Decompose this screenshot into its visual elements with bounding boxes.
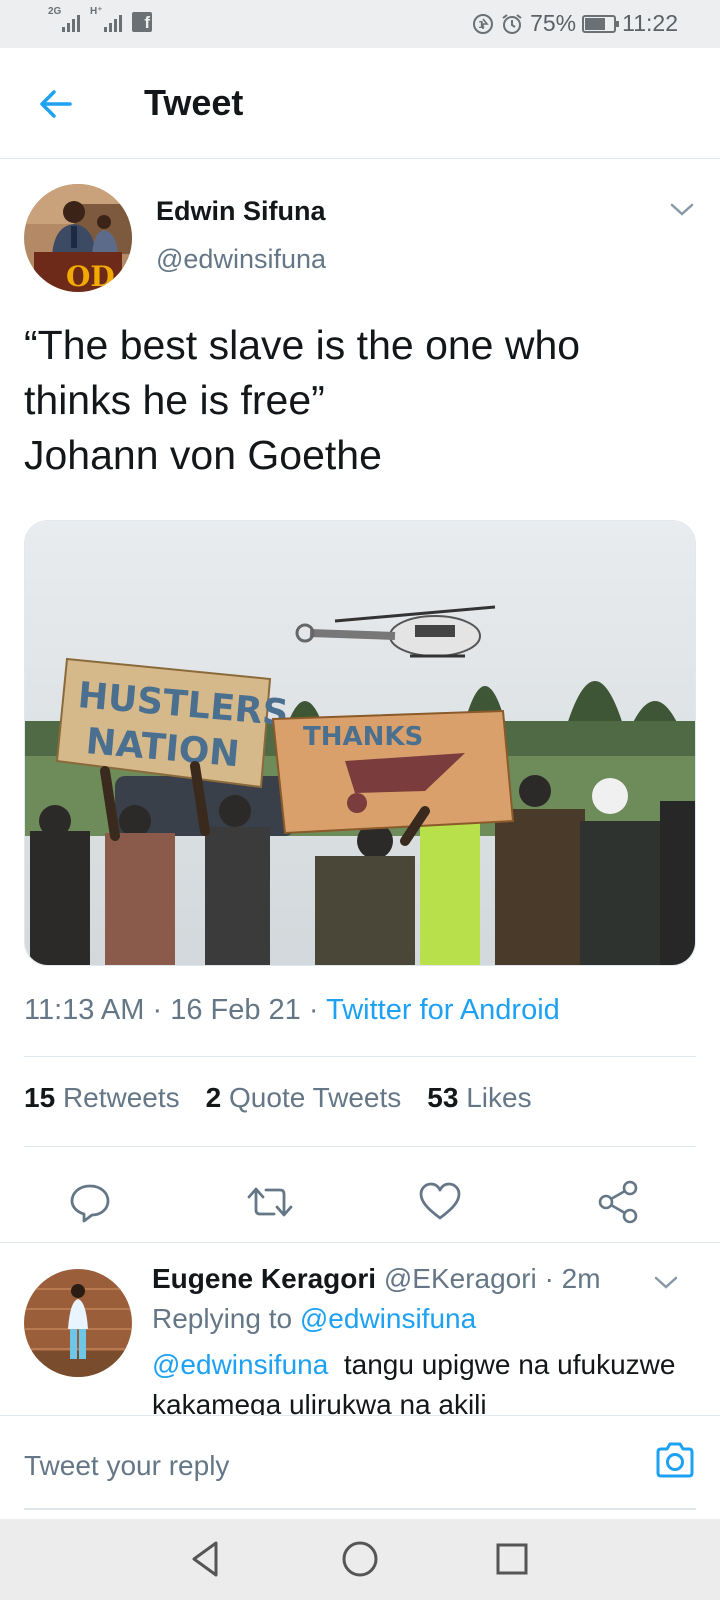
likes-stat[interactable]: 53 Likes [427, 1082, 531, 1114]
reply-mention-link[interactable]: @edwinsifuna [152, 1349, 328, 1380]
camera-icon [656, 1442, 694, 1478]
square-recents-icon [496, 1543, 528, 1575]
svg-text:OD: OD [66, 260, 115, 292]
nav-recents-button[interactable] [490, 1537, 534, 1581]
tweet-menu-button[interactable] [668, 200, 696, 220]
retweet-icon [247, 1187, 293, 1217]
svg-text:1: 1 [478, 20, 485, 31]
heart-icon [419, 1182, 461, 1220]
reply-button[interactable] [64, 1176, 116, 1228]
back-button[interactable] [36, 84, 76, 124]
status-left: 2G H⁺ f [48, 6, 152, 32]
cell-signal-2-icon: H⁺ [90, 6, 122, 32]
reply-composer: Tweet your reply [0, 1415, 720, 1520]
reply-tweet[interactable]: Eugene Keragori @EKeragori · 2m Replying… [0, 1243, 720, 1415]
cell-signal-icon: 2G [48, 6, 80, 32]
status-time: 11:22 [622, 10, 678, 36]
top-app-bar: Tweet [0, 48, 720, 159]
battery-fill [585, 17, 605, 30]
reply-author-name[interactable]: Eugene Keragori [152, 1263, 376, 1294]
divider [24, 1056, 696, 1057]
retweets-stat[interactable]: 15 Retweets [24, 1082, 180, 1114]
retweet-button[interactable] [244, 1176, 296, 1228]
reply-avatar-image [24, 1269, 132, 1377]
tweet-source-link[interactable]: Twitter for Android [326, 994, 560, 1026]
reply-text: @edwinsifuna tangu upigwe na ufukuzwe ka… [152, 1345, 682, 1415]
svg-text:THANKS: THANKS [303, 722, 423, 752]
share-icon [598, 1180, 638, 1224]
meta-separator: · [308, 994, 319, 1026]
nav-back-button[interactable] [184, 1537, 228, 1581]
data-saver-icon: 1 [473, 13, 494, 34]
author-handle[interactable]: @edwinsifuna [156, 244, 326, 275]
tweet-time: 11:13 AM [24, 994, 145, 1026]
tweet-text: “The best slave is the one who thinks he… [24, 322, 581, 478]
author-avatar[interactable]: OD [24, 184, 132, 292]
chevron-down-icon [670, 203, 694, 216]
tweet-author: OD Edwin Sifuna @edwinsifuna [24, 184, 696, 294]
alarm-icon [502, 13, 522, 34]
author-avatar-image: OD [24, 184, 132, 292]
retweets-label: Retweets [62, 1082, 180, 1113]
circle-home-icon [342, 1541, 378, 1577]
reply-avatar[interactable] [24, 1269, 132, 1377]
triangle-back-icon [192, 1541, 218, 1577]
reply-menu-button[interactable] [652, 1273, 680, 1293]
page-title: Tweet [144, 82, 244, 123]
tweet-date: 16 Feb 21 [170, 994, 301, 1026]
tweet-meta: 11:13 AM · 16 Feb 21 · Twitter for Andro… [24, 994, 560, 1027]
arrow-left-icon [40, 90, 72, 118]
status-bar: 2G H⁺ f 1 75% 11:22 [0, 0, 720, 48]
retweets-count: 15 [24, 1082, 56, 1113]
reply-icon [70, 1184, 110, 1223]
composer-underline [24, 1508, 696, 1510]
reply-header: Eugene Keragori @EKeragori · 2m [152, 1263, 601, 1295]
likes-count: 53 [427, 1082, 459, 1113]
reply-separator: · [544, 1263, 554, 1294]
reply-author-handle[interactable]: @EKeragori [384, 1263, 537, 1294]
add-photo-button[interactable] [652, 1438, 696, 1482]
replying-handle-link[interactable]: @edwinsifuna [300, 1303, 476, 1334]
reply-time: 2m [561, 1263, 601, 1294]
facebook-icon: f [132, 12, 152, 32]
tweet-stats: 15 Retweets 2 Quote Tweets 53 Likes [24, 1082, 532, 1114]
divider [24, 1146, 696, 1147]
quote-tweets-label: Quote Tweets [229, 1082, 402, 1113]
nav-home-button[interactable] [338, 1537, 382, 1581]
replying-prefix: Replying to [152, 1303, 293, 1334]
battery-icon [582, 14, 620, 33]
status-right: 1 75% 11:22 [472, 10, 678, 37]
replying-to: Replying to @edwinsifuna [152, 1303, 476, 1335]
tweet-image[interactable]: HUSTLERS NATION THANKS [24, 520, 696, 966]
meta-separator: · [152, 994, 163, 1026]
android-nav-bar [0, 1519, 720, 1600]
chevron-down-icon [654, 1276, 678, 1289]
share-button[interactable] [592, 1176, 644, 1228]
battery-percent: 75% [530, 10, 577, 36]
quote-tweets-stat[interactable]: 2 Quote Tweets [206, 1082, 402, 1114]
reply-input[interactable]: Tweet your reply [24, 1450, 229, 1482]
tweet-photo: HUSTLERS NATION THANKS [25, 521, 695, 965]
sign-thanks: THANKS [271, 709, 515, 835]
tweet-actions [0, 1168, 720, 1240]
like-button[interactable] [414, 1176, 466, 1228]
likes-label: Likes [466, 1082, 532, 1113]
quote-tweets-count: 2 [205, 1082, 222, 1113]
author-name[interactable]: Edwin Sifuna [156, 196, 326, 227]
